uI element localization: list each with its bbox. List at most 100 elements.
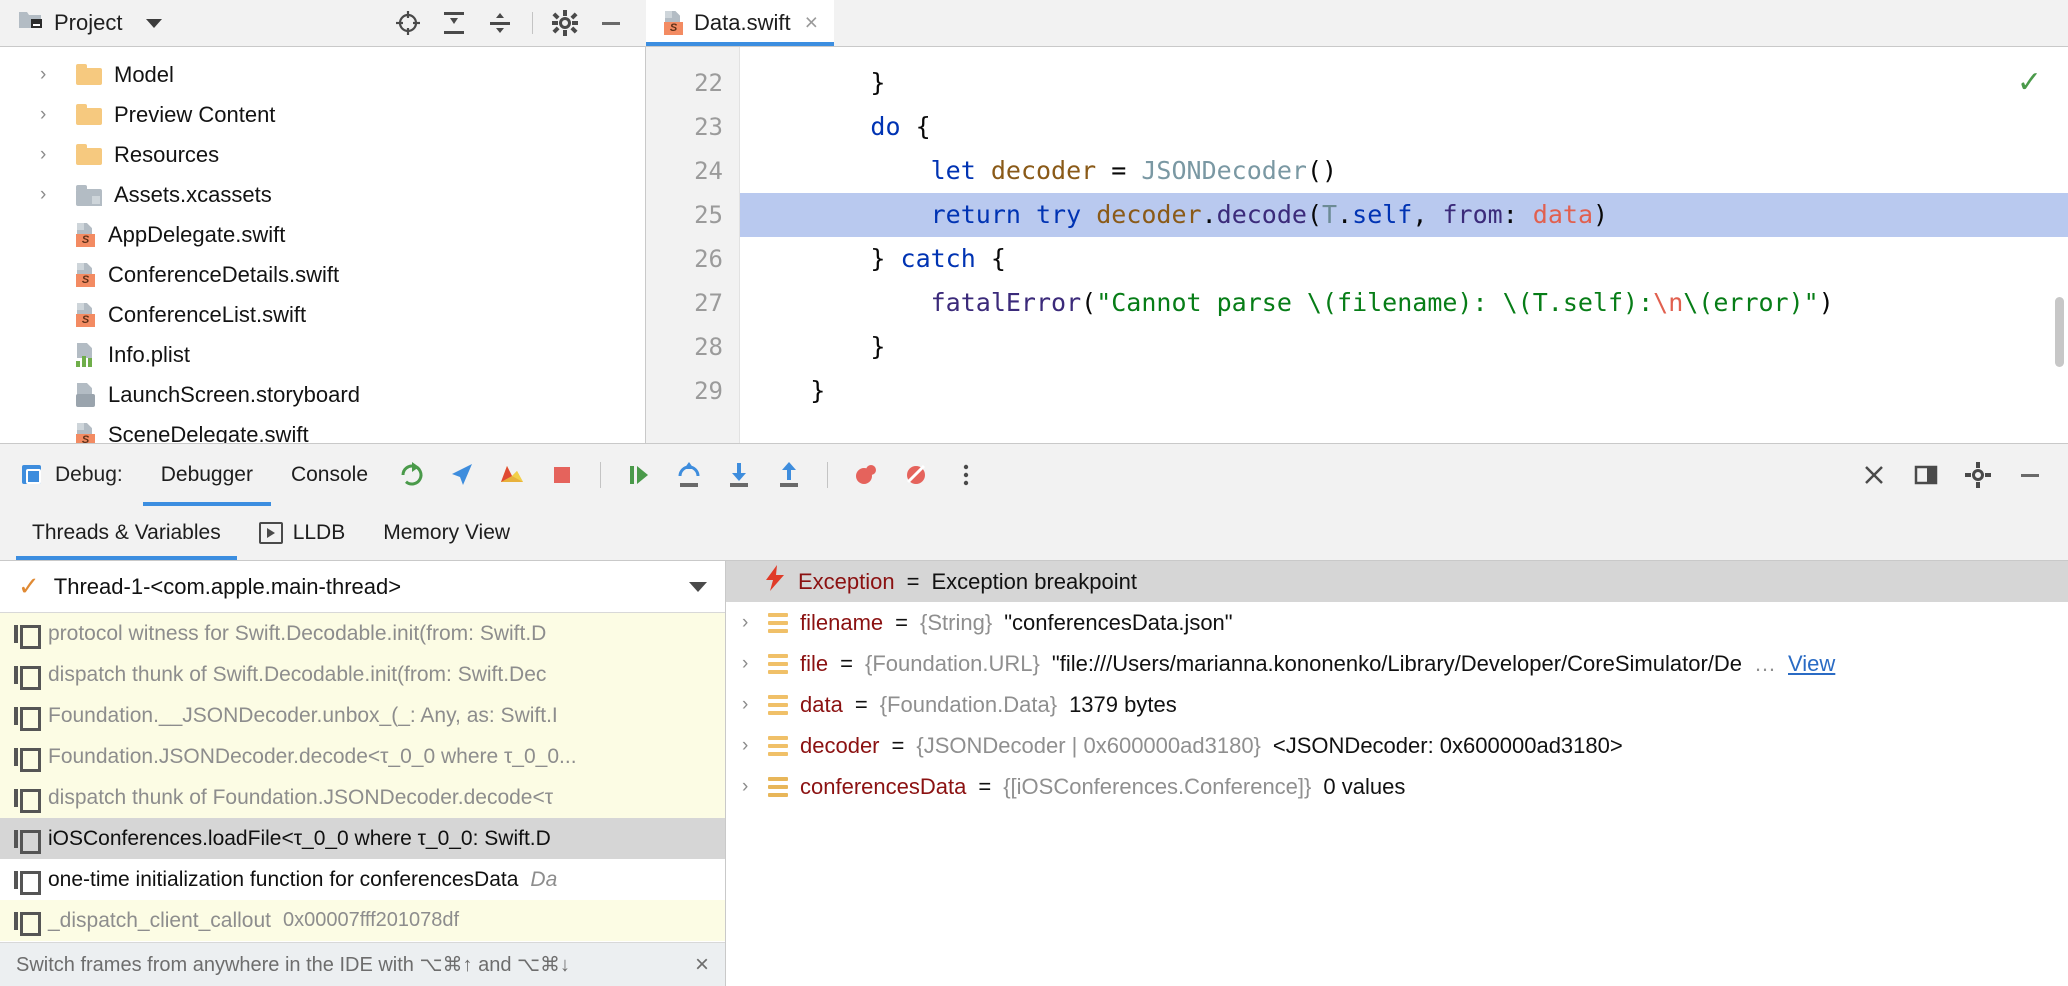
- tab-threads-and-variables[interactable]: Threads & Variables: [16, 506, 237, 560]
- step-over-icon[interactable]: [665, 451, 713, 499]
- tree-item-scenedelegate-swift[interactable]: S SceneDelegate.swift: [0, 415, 645, 443]
- resume-icon[interactable]: [615, 451, 663, 499]
- gear-icon[interactable]: [542, 1, 588, 45]
- locate-icon[interactable]: [385, 1, 431, 45]
- frame-row[interactable]: one-time initialization function for con…: [0, 859, 725, 900]
- editor-tab-data-swift[interactable]: S Data.swift ×: [646, 0, 835, 46]
- variable-name: data: [800, 691, 843, 717]
- thread-selector[interactable]: ✓ Thread-1-<com.apple.main-thread>: [0, 561, 725, 613]
- tab-lldb[interactable]: LLDB: [243, 506, 362, 560]
- debug-title: Debug:: [55, 462, 123, 486]
- step-into-icon[interactable]: [715, 451, 763, 499]
- rerun-icon[interactable]: [388, 451, 436, 499]
- code-line-27[interactable]: fatalError("Cannot parse \(filename): \(…: [740, 281, 2068, 325]
- tab-memory-view[interactable]: Memory View: [367, 506, 526, 560]
- frame-row[interactable]: Foundation.JSONDecoder.decode<τ_0_0 wher…: [0, 736, 725, 777]
- code-line-22[interactable]: }: [740, 61, 2068, 105]
- chevron-right-icon[interactable]: ›: [40, 184, 46, 206]
- tree-item-assets-xcassets[interactable]: › Assets.xcassets: [0, 175, 645, 215]
- view-link[interactable]: View: [1788, 651, 1835, 677]
- editor-gutter[interactable]: 22 23 24 25 26 27 28 29: [646, 47, 740, 443]
- debug-body: ✓ Thread-1-<com.apple.main-thread> proto…: [0, 561, 2068, 986]
- toolbar-divider: [827, 461, 829, 488]
- tree-item-conferencedetails-swift[interactable]: S ConferenceDetails.swift: [0, 255, 645, 295]
- tree-item-resources[interactable]: › Resources: [0, 135, 645, 175]
- frame-row[interactable]: _dispatch_client_callout 0x00007fff20107…: [0, 900, 725, 941]
- variable-row[interactable]: › file = {Foundation.URL} "file:///Users/…: [726, 643, 2068, 684]
- view-breakpoints-icon[interactable]: [842, 451, 890, 499]
- tab-console[interactable]: Console: [273, 453, 386, 497]
- chevron-right-icon[interactable]: ›: [40, 104, 46, 126]
- variable-row[interactable]: › filename = {String} "conferencesData.js…: [726, 602, 2068, 643]
- frame-row[interactable]: dispatch thunk of Foundation.JSONDecoder…: [0, 777, 725, 818]
- chevron-right-icon[interactable]: ›: [742, 776, 756, 798]
- tree-item-conferencelist-swift[interactable]: S ConferenceList.swift: [0, 295, 645, 335]
- close-icon[interactable]: [1850, 451, 1898, 499]
- tab-debugger[interactable]: Debugger: [142, 453, 272, 506]
- chevron-right-icon[interactable]: ›: [742, 653, 756, 675]
- code-token: self: [1352, 200, 1413, 229]
- variable-type: {Foundation.Data}: [879, 691, 1058, 717]
- chevron-down-icon[interactable]: [689, 581, 707, 592]
- expand-all-icon[interactable]: [431, 1, 477, 45]
- tree-item-model[interactable]: › Model: [0, 55, 645, 95]
- variable-row[interactable]: › decoder = {JSONDecoder | 0x600000ad3180…: [726, 725, 2068, 766]
- frame-row[interactable]: Foundation.__JSONDecoder.unbox_(_: Any, …: [0, 695, 725, 736]
- chevron-right-icon[interactable]: ›: [742, 694, 756, 716]
- exception-row[interactable]: Exception = Exception breakpoint: [726, 561, 2068, 602]
- frame-label: dispatch thunk of Swift.Decodable.init(f…: [48, 662, 547, 686]
- code-token: try: [1036, 200, 1082, 229]
- equals-sign: =: [895, 609, 909, 635]
- variable-row[interactable]: › data = {Foundation.Data} 1379 bytes: [726, 684, 2068, 725]
- code-line-23[interactable]: do {: [740, 105, 2068, 149]
- frame-sublabel: Da: [530, 867, 558, 891]
- tree-item-label: LaunchScreen.storyboard: [108, 382, 360, 407]
- chevron-right-icon[interactable]: ›: [40, 144, 46, 166]
- settings-gear-icon[interactable]: [1954, 451, 2002, 499]
- variables-panel[interactable]: Exception = Exception breakpoint › filenam…: [726, 561, 2068, 986]
- mute-breakpoints-icon[interactable]: [892, 451, 940, 499]
- code-line-25[interactable]: return try decoder.decode(T.self, from: …: [740, 193, 2068, 237]
- editor-scrollbar[interactable]: [2055, 297, 2064, 367]
- code-token: data: [1532, 200, 1594, 229]
- more-options-icon[interactable]: [942, 451, 990, 499]
- frame-row[interactable]: iOSConferences.loadFile<τ_0_0 where τ_0_…: [0, 818, 725, 859]
- stop-icon[interactable]: [538, 451, 586, 499]
- layout-icon[interactable]: [1902, 451, 1950, 499]
- tree-item-info-plist[interactable]: Info.plist: [0, 335, 645, 375]
- inspection-status-icon[interactable]: ✓: [2017, 65, 2042, 100]
- show-breakpoints-icon[interactable]: [488, 451, 536, 499]
- close-icon[interactable]: ×: [805, 11, 818, 34]
- minimize-icon[interactable]: [588, 1, 634, 45]
- chevron-down-icon[interactable]: [146, 18, 163, 28]
- chevron-right-icon[interactable]: ›: [742, 612, 756, 634]
- code-editor[interactable]: 22 23 24 25 26 27 28 29 } do { let decod…: [646, 47, 2068, 443]
- close-icon[interactable]: ×: [695, 951, 709, 979]
- step-out-icon[interactable]: [765, 451, 813, 499]
- frame-label: _dispatch_client_callout: [48, 908, 271, 932]
- frame-row[interactable]: protocol witness for Swift.Decodable.ini…: [0, 613, 725, 654]
- chevron-right-icon[interactable]: ›: [40, 64, 46, 86]
- code-token: :: [1502, 200, 1533, 229]
- tree-item-preview-content[interactable]: › Preview Content: [0, 95, 645, 135]
- frame-row[interactable]: dispatch thunk of Swift.Decodable.init(f…: [0, 654, 725, 695]
- code-token: from: [1442, 200, 1503, 229]
- code-line-26[interactable]: } catch {: [740, 237, 2068, 281]
- code-token: :: [1638, 288, 1654, 317]
- project-view-selector[interactable]: Project: [0, 8, 163, 38]
- debug-icon: [22, 465, 41, 484]
- navigate-icon[interactable]: [438, 451, 486, 499]
- code-line-28[interactable]: }: [740, 325, 2068, 369]
- chevron-right-icon[interactable]: ›: [742, 735, 756, 757]
- tree-item-launchscreen-storyboard[interactable]: LaunchScreen.storyboard: [0, 375, 645, 415]
- variable-row[interactable]: › conferencesData = {[iOSConferences.Conf…: [726, 766, 2068, 807]
- code-line-29[interactable]: }: [740, 369, 2068, 413]
- minimize-icon[interactable]: [2006, 451, 2054, 499]
- tree-item-appdelegate-swift[interactable]: S AppDelegate.swift: [0, 215, 645, 255]
- code-line-24[interactable]: let decoder = JSONDecoder(): [740, 149, 2068, 193]
- code-text-area[interactable]: } do { let decoder = JSONDecoder() retur…: [740, 47, 2068, 443]
- frames-list[interactable]: protocol witness for Swift.Decodable.ini…: [0, 613, 725, 942]
- collapse-all-icon[interactable]: [477, 1, 523, 45]
- code-token: JSONDecoder: [1141, 156, 1307, 185]
